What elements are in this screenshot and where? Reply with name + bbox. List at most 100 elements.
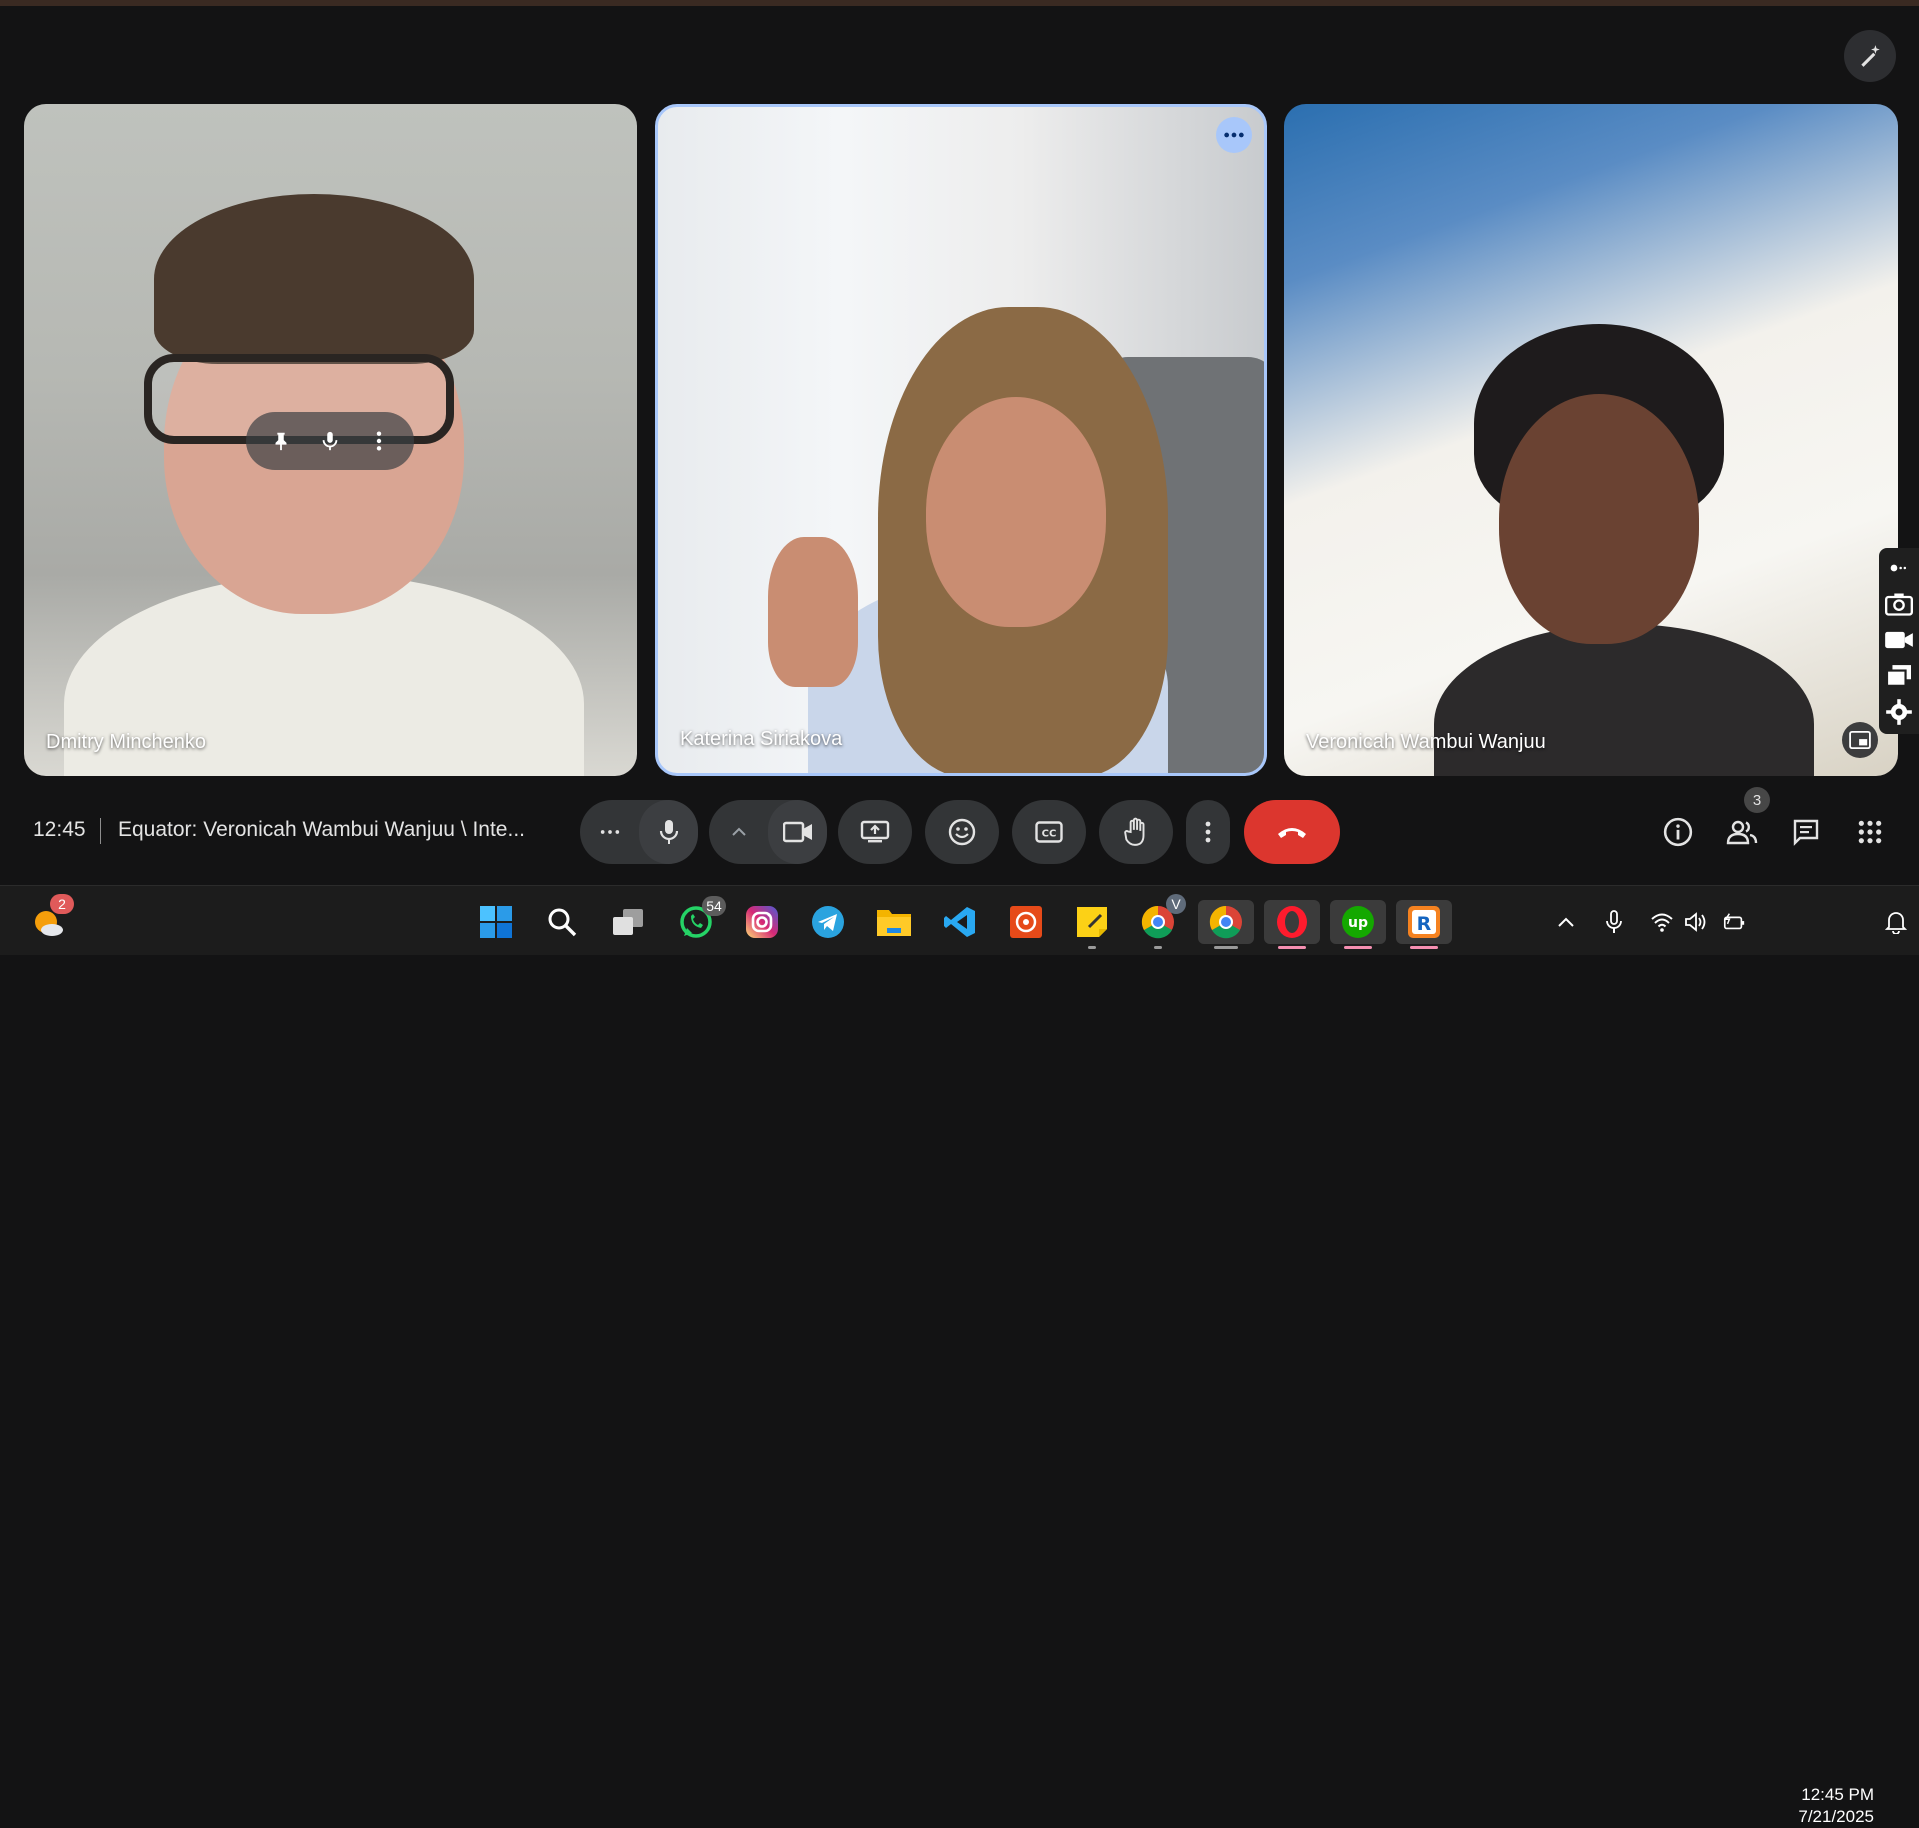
people-icon xyxy=(1726,820,1758,845)
opera-app[interactable] xyxy=(1264,900,1320,949)
extension-icon[interactable] xyxy=(1882,552,1916,584)
windows-start-icon xyxy=(480,906,512,938)
chevron-up-icon xyxy=(1558,917,1574,927)
meeting-title: Equator: Veronicah Wambui Wanjuu \ Inte.… xyxy=(118,818,525,841)
running-indicator xyxy=(1088,946,1096,949)
folder-icon xyxy=(877,910,911,936)
closed-caption-icon: CC xyxy=(1035,821,1063,843)
audio-options-button[interactable] xyxy=(580,800,639,864)
chrome-icon xyxy=(1209,905,1242,939)
opera-icon xyxy=(1277,906,1307,938)
recorder-icon xyxy=(1010,906,1042,938)
leave-call-button[interactable] xyxy=(1244,800,1340,864)
microphone-control xyxy=(580,800,698,864)
settings-gear-icon[interactable] xyxy=(1882,696,1916,728)
participant-tile-3[interactable]: Veronicah Wambui Wanjuu xyxy=(1284,104,1898,776)
sticky-notes-app[interactable] xyxy=(1070,900,1114,949)
running-indicator xyxy=(1154,946,1162,949)
captions-button[interactable]: CC xyxy=(1012,800,1086,864)
more-options-button[interactable] xyxy=(1186,800,1230,864)
tray-network[interactable] xyxy=(1650,910,1674,934)
system-clock[interactable]: 12:45 PM 7/21/2025 xyxy=(1770,1784,1874,1828)
show-hidden-icons-button[interactable] xyxy=(1554,910,1578,934)
capture-toolbar xyxy=(1879,548,1919,734)
start-button[interactable] xyxy=(474,900,518,944)
visual-effects-button[interactable] xyxy=(1844,30,1896,82)
svg-text:up: up xyxy=(1348,915,1368,931)
file-explorer-app[interactable] xyxy=(872,900,916,944)
sticky-notes-icon xyxy=(1077,907,1107,937)
microphone-icon[interactable] xyxy=(312,423,348,459)
instagram-app[interactable] xyxy=(740,900,784,944)
chrome-profile-badge: V xyxy=(1166,894,1186,914)
screenshot-camera-icon[interactable] xyxy=(1882,588,1916,620)
search-button[interactable] xyxy=(540,900,584,944)
raise-hand-button[interactable] xyxy=(1099,800,1173,864)
send-reaction-button[interactable] xyxy=(925,800,999,864)
chrome-profile-app[interactable]: V xyxy=(1136,894,1186,949)
task-view-icon xyxy=(613,909,643,935)
remote-desktop-app[interactable]: R xyxy=(1396,900,1452,949)
telegram-icon xyxy=(812,906,844,938)
present-now-button[interactable] xyxy=(838,800,912,864)
tile-more-button[interactable] xyxy=(1216,117,1252,153)
participant-tile-1[interactable]: Dmitry Minchenko xyxy=(24,104,637,776)
present-screen-icon xyxy=(860,820,890,843)
participant-name: Katerina Siriakova xyxy=(680,728,843,750)
clock-date: 7/21/2025 xyxy=(1798,1807,1874,1826)
chat-button[interactable] xyxy=(1786,812,1826,852)
meeting-details-button[interactable] xyxy=(1658,812,1698,852)
notification-bell-icon xyxy=(1885,912,1907,934)
call-time: 12:45 xyxy=(33,818,86,841)
microphone-icon xyxy=(659,820,678,844)
participant-name: Veronicah Wambui Wanjuu xyxy=(1306,731,1546,753)
upwork-app[interactable]: up xyxy=(1330,900,1386,949)
volume-icon xyxy=(1685,912,1706,932)
video-face xyxy=(1499,394,1699,644)
camera-toggle-button[interactable] xyxy=(768,800,827,864)
notifications-button[interactable] xyxy=(1884,910,1908,934)
videocam-icon xyxy=(782,821,812,843)
svg-text:CC: CC xyxy=(1042,829,1057,840)
tile-hover-controls xyxy=(246,412,414,470)
apps-grid-icon xyxy=(1858,820,1882,844)
people-button[interactable] xyxy=(1722,812,1762,852)
sparkle-pen-icon xyxy=(1861,45,1880,67)
whatsapp-app[interactable]: 54 xyxy=(674,896,726,944)
divider xyxy=(100,818,101,844)
picture-in-picture-button[interactable] xyxy=(1842,722,1878,758)
raise-hand-icon xyxy=(1124,817,1145,846)
more-vert-icon[interactable] xyxy=(361,423,397,459)
video-options-button[interactable] xyxy=(709,800,768,864)
search-icon xyxy=(548,908,577,937)
record-video-icon[interactable] xyxy=(1882,624,1916,656)
people-count-badge: 3 xyxy=(1744,787,1770,813)
recorder-app[interactable] xyxy=(1004,900,1048,944)
task-view-button[interactable] xyxy=(606,900,650,944)
running-indicator xyxy=(1278,946,1306,949)
info-icon xyxy=(1663,817,1693,847)
running-indicator xyxy=(1344,946,1372,949)
chat-icon xyxy=(1793,819,1819,846)
tray-microphone[interactable] xyxy=(1602,910,1626,934)
telegram-app[interactable] xyxy=(806,900,850,944)
vscode-app[interactable] xyxy=(938,900,982,944)
running-indicator xyxy=(1214,946,1238,949)
windows-taskbar: 2 54 V up R 12:45 PM 7/21/2025 xyxy=(0,885,1919,1826)
emoji-icon xyxy=(948,818,976,846)
video-hand xyxy=(768,537,858,687)
weather-widget[interactable]: 2 xyxy=(26,894,74,944)
windows-icon[interactable] xyxy=(1882,660,1916,692)
tray-volume[interactable] xyxy=(1684,910,1708,934)
upwork-icon: up xyxy=(1342,906,1374,938)
tray-battery[interactable] xyxy=(1722,910,1746,934)
participant-tile-2[interactable]: Katerina Siriakova xyxy=(655,104,1267,776)
activities-button[interactable] xyxy=(1850,812,1890,852)
more-vert-icon xyxy=(1205,821,1211,843)
mic-toggle-button[interactable] xyxy=(639,800,698,864)
pip-icon xyxy=(1849,731,1871,749)
chrome-app-active[interactable] xyxy=(1198,900,1254,949)
pin-icon[interactable] xyxy=(263,423,299,459)
vscode-icon xyxy=(944,907,975,937)
battery-charging-icon xyxy=(1723,913,1745,930)
